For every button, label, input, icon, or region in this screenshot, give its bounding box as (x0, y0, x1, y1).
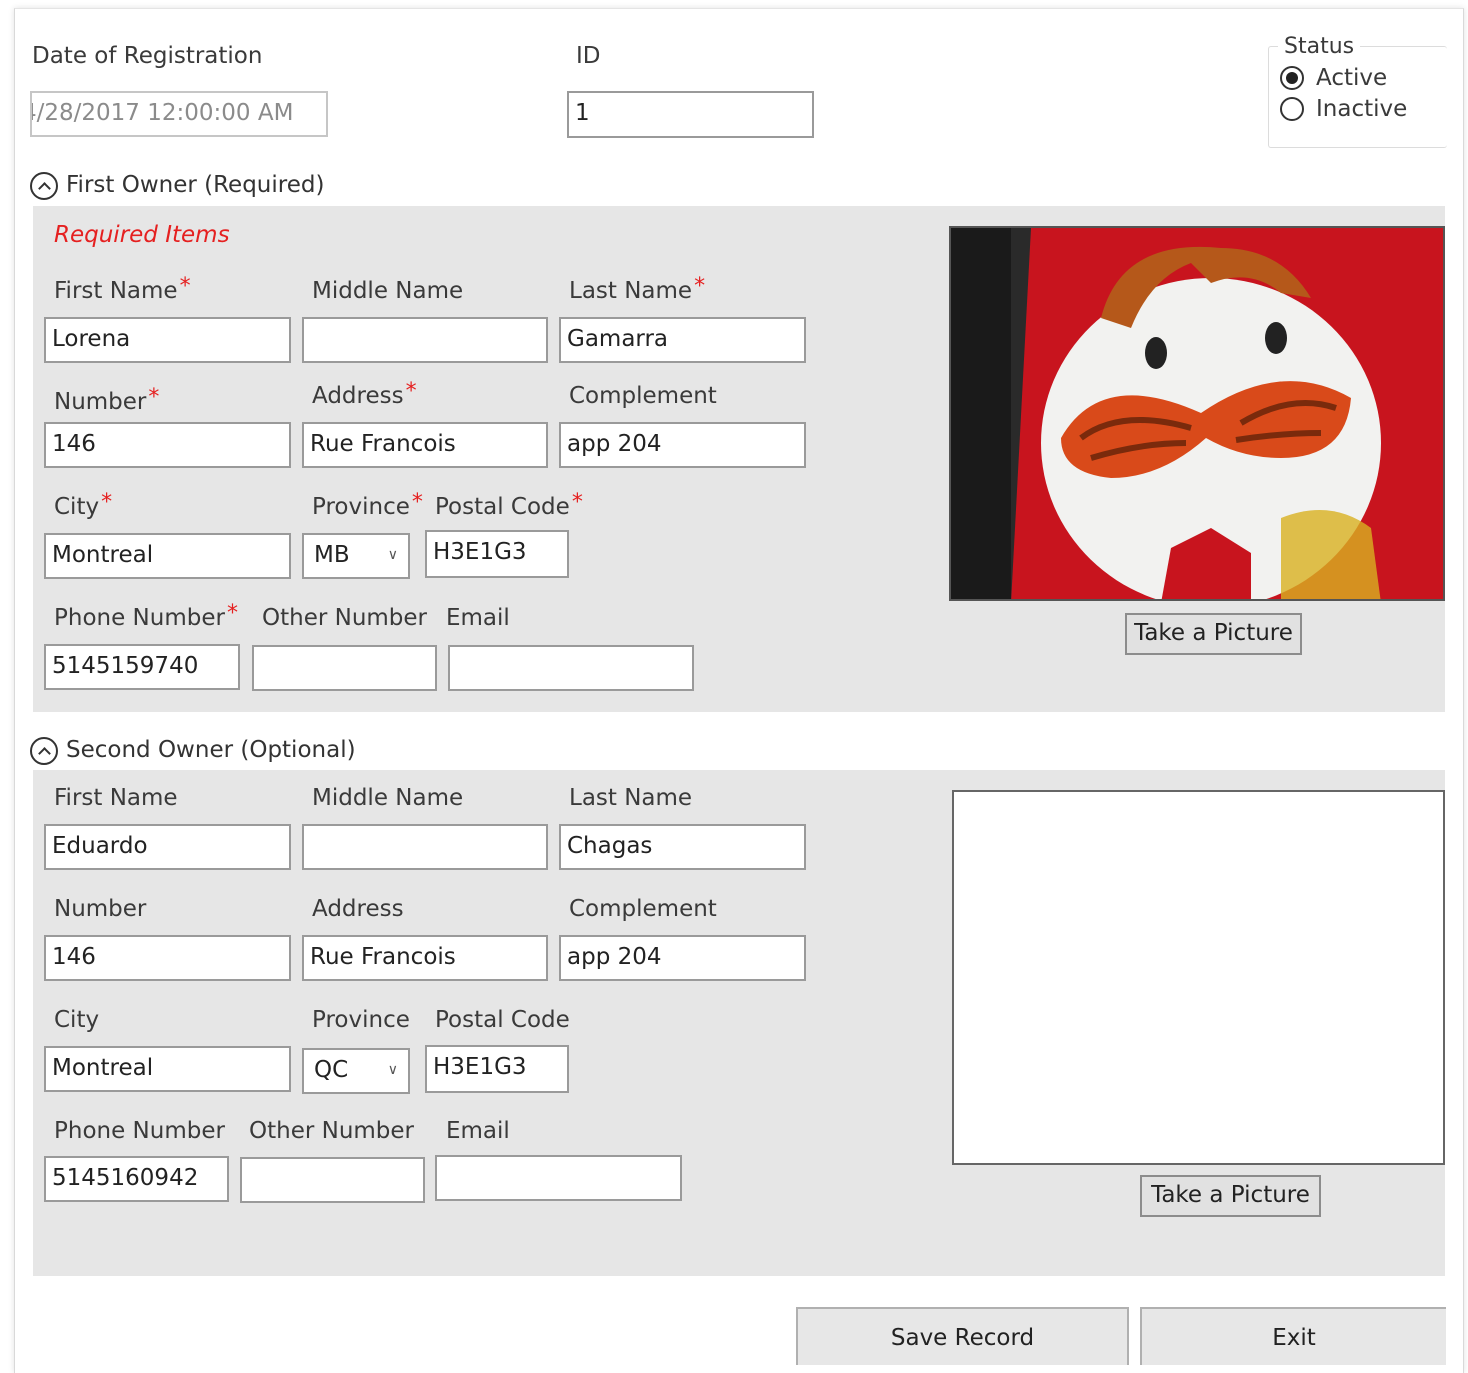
required-items-note: Required Items (54, 222, 230, 248)
other-number-field[interactable] (240, 1157, 425, 1203)
required-marker: * (148, 385, 160, 410)
address-field[interactable]: Rue Francois (302, 935, 548, 981)
last-name-field[interactable]: Gamarra (559, 317, 806, 363)
other-number-label: Other Number (262, 605, 428, 631)
last-name-field[interactable]: Chagas (559, 824, 806, 870)
complement-field[interactable]: app 204 (559, 935, 806, 981)
first-name-field[interactable]: Lorena (44, 317, 291, 363)
status-inactive-label[interactable]: Inactive (1316, 95, 1407, 123)
email-field[interactable] (435, 1155, 682, 1201)
number-field[interactable]: 146 (44, 935, 291, 981)
first-owner-title: First Owner (Required) (66, 172, 325, 198)
owner-photo (949, 226, 1445, 601)
province-label: Province* (312, 490, 423, 520)
phone-number-label: Phone Number* (54, 601, 238, 631)
required-marker: * (694, 274, 706, 299)
address-label: Address (312, 896, 404, 922)
middle-name-label: Middle Name (312, 785, 464, 811)
phone-number-field[interactable]: 5145159740 (44, 644, 240, 690)
chevron-up-icon[interactable] (30, 171, 58, 200)
address-label: Address* (312, 379, 417, 409)
required-marker: * (226, 601, 238, 626)
complement-field[interactable]: app 204 (559, 422, 806, 468)
province-select[interactable]: MB ∨ (302, 533, 410, 579)
last-name-label: Last Name* (569, 274, 706, 304)
owner-photo-empty (952, 790, 1445, 1165)
province-value: MB (314, 542, 350, 568)
postal-code-field[interactable]: H3E1G3 (425, 530, 569, 578)
email-label: Email (446, 1118, 510, 1144)
first-name-field[interactable]: Eduardo (44, 824, 291, 870)
required-marker: * (411, 490, 423, 515)
middle-name-label: Middle Name (312, 278, 464, 304)
postal-code-field[interactable]: H3E1G3 (425, 1045, 569, 1093)
email-field[interactable] (448, 645, 694, 691)
last-name-label: Last Name (569, 785, 693, 811)
status-legend: Status (1278, 33, 1361, 61)
chevron-down-icon: ∨ (387, 547, 398, 563)
phone-number-field[interactable]: 5145160942 (44, 1156, 229, 1202)
id-label: ID (576, 43, 601, 69)
complement-label: Complement (569, 383, 717, 409)
id-field[interactable]: 1 (567, 91, 814, 138)
postal-code-label: Postal Code* (435, 490, 583, 520)
other-number-field[interactable] (252, 645, 437, 691)
date-of-registration-field: 4/28/2017 12:00:00 AM (30, 91, 328, 137)
chevron-down-icon: ∨ (387, 1062, 398, 1078)
first-owner-header[interactable]: First Owner (Required) (30, 170, 324, 200)
province-value: QC (314, 1057, 349, 1083)
first-name-label: First Name (54, 785, 178, 811)
required-marker: * (571, 490, 583, 515)
mascot-photo-image (951, 228, 1443, 599)
postal-code-label: Postal Code (435, 1007, 570, 1033)
required-marker: * (179, 274, 191, 299)
city-label: City (54, 1007, 100, 1033)
save-record-button[interactable]: Save Record (796, 1307, 1129, 1365)
required-marker: * (405, 379, 417, 404)
status-active-radio[interactable] (1280, 66, 1304, 90)
phone-number-label: Phone Number (54, 1118, 225, 1144)
complement-label: Complement (569, 896, 717, 922)
other-number-label: Other Number (249, 1118, 415, 1144)
second-owner-header[interactable]: Second Owner (Optional) (30, 735, 356, 765)
status-active-label[interactable]: Active (1316, 64, 1387, 92)
first-name-label: First Name* (54, 274, 191, 304)
exit-button[interactable]: Exit (1140, 1307, 1446, 1365)
middle-name-field[interactable] (302, 317, 548, 363)
city-field[interactable]: Montreal (44, 1046, 291, 1092)
take-picture-button-owner2[interactable]: Take a Picture (1140, 1175, 1321, 1217)
required-marker: * (101, 490, 113, 515)
number-label: Number* (54, 385, 160, 415)
email-label: Email (446, 605, 510, 631)
take-picture-button-owner1[interactable]: Take a Picture (1125, 613, 1302, 655)
chevron-up-icon[interactable] (30, 736, 58, 765)
province-select[interactable]: QC ∨ (302, 1048, 410, 1094)
status-inactive-radio[interactable] (1280, 97, 1304, 121)
province-label: Province (312, 1007, 410, 1033)
address-field[interactable]: Rue Francois (302, 422, 548, 468)
date-of-registration-label: Date of Registration (32, 43, 263, 69)
city-label: City* (54, 490, 113, 520)
middle-name-field[interactable] (302, 824, 548, 870)
number-label: Number (54, 896, 147, 922)
second-owner-title: Second Owner (Optional) (66, 737, 356, 763)
number-field[interactable]: 146 (44, 422, 291, 468)
city-field[interactable]: Montreal (44, 533, 291, 579)
